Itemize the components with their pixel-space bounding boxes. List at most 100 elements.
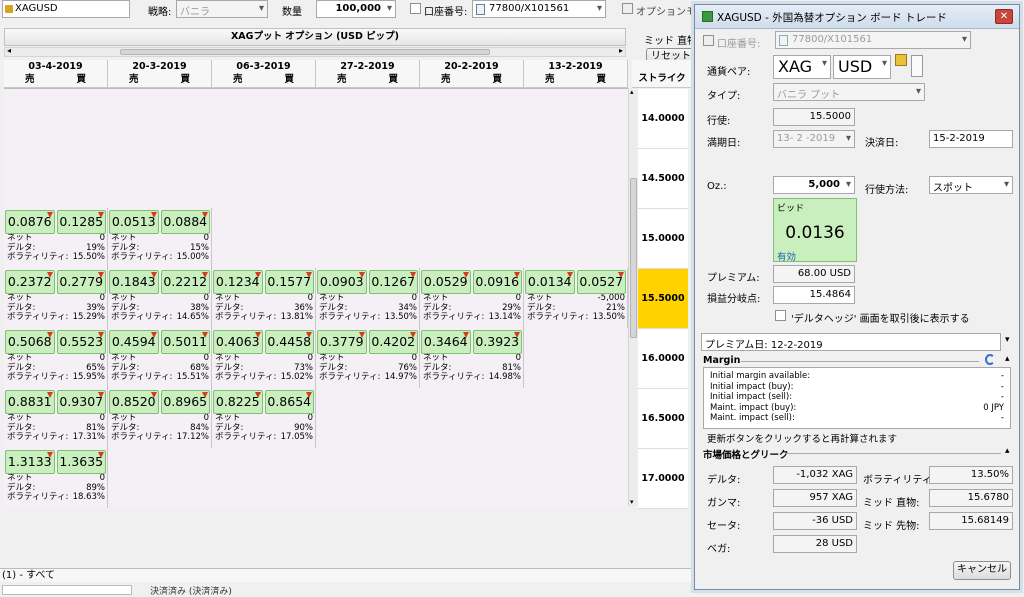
- close-icon[interactable]: ✕: [995, 9, 1013, 24]
- vscroll-thumb[interactable]: [630, 178, 637, 338]
- buy-price-button[interactable]: 0.1577: [264, 270, 314, 294]
- vol-label: ボラティリティ:: [7, 312, 69, 322]
- vol-value: 17.12%: [176, 432, 209, 442]
- settle-date-field[interactable]: 15-2-2019: [929, 130, 1013, 148]
- vol-label: ボラティリティ:: [7, 252, 69, 262]
- sell-price-button[interactable]: 0.3779: [317, 330, 367, 354]
- expiry-date: 06-3-2019: [236, 61, 291, 72]
- margin-row: Initial impact (buy): -: [704, 382, 1010, 393]
- method-select[interactable]: スポット: [929, 176, 1013, 194]
- filter-label: (1) - すべて: [2, 570, 56, 581]
- horizontal-scrollbar[interactable]: ◂ ▸: [4, 46, 626, 57]
- sell-price-button[interactable]: 0.0903: [317, 270, 367, 294]
- quote-currency-select[interactable]: USD: [833, 55, 891, 79]
- sell-price-button[interactable]: 0.8831: [5, 390, 55, 414]
- sell-price-button[interactable]: 0.0876: [5, 210, 55, 234]
- buy-price-button[interactable]: 0.4458: [264, 330, 314, 354]
- scroll-left-icon[interactable]: ◂: [7, 46, 11, 55]
- quantity-label: 数量: [282, 7, 302, 18]
- board-title-bar: XAGプット オプション (USD ピップ): [4, 28, 626, 46]
- account-checkbox[interactable]: [410, 3, 421, 14]
- sell-price-button[interactable]: 0.4063: [213, 330, 263, 354]
- buy-price-button[interactable]: 0.2779: [56, 270, 106, 294]
- cancel-button[interactable]: キャンセル: [953, 561, 1011, 580]
- option-cell: 0.3464 0.3923 ネット 0 デルタ: 81% ボラティリティ: 14.98%: [420, 328, 524, 388]
- vol-label: ボラティリティ:: [215, 312, 277, 322]
- dlg-account-select[interactable]: 77800/X101561: [775, 31, 971, 49]
- delta-field: -1,032 XAG: [773, 466, 857, 484]
- buy-price-button[interactable]: 0.0916: [472, 270, 522, 294]
- vol-label: ボラティリティ:: [111, 312, 173, 322]
- vol-label: ボラティリティ:: [319, 312, 381, 322]
- buy-price-button[interactable]: 1.3635: [56, 450, 106, 474]
- sell-price-button[interactable]: 0.3464: [421, 330, 471, 354]
- vertical-scrollbar[interactable]: ▴ ▾: [628, 88, 638, 506]
- strategy-select[interactable]: バニラ: [176, 0, 268, 18]
- vol-label: ボラティリティ:: [111, 432, 173, 442]
- scroll-up-icon[interactable]: ▴: [630, 88, 634, 96]
- option-cell: 0.4063 0.4458 ネット 0 デルタ: 73% ボラティリティ: 15.02%: [212, 328, 316, 388]
- quantity-field[interactable]: 100,000: [316, 0, 396, 18]
- buy-price-button[interactable]: 0.0884: [160, 210, 210, 234]
- margin-value: -: [1000, 392, 1004, 402]
- scroll-right-icon[interactable]: ▸: [619, 46, 623, 55]
- buy-price-button[interactable]: 0.9307: [56, 390, 106, 414]
- buy-price-button[interactable]: 0.1285: [56, 210, 106, 234]
- buy-price-button[interactable]: 0.5011: [160, 330, 210, 354]
- option-module-checkbox[interactable]: [622, 3, 633, 14]
- expiry-date-field[interactable]: 13- 2 -2019: [773, 130, 855, 148]
- expiry-header: 20-2-2019 売 買: [420, 60, 524, 88]
- sell-price-button[interactable]: 0.4594: [109, 330, 159, 354]
- scroll-thumb[interactable]: [120, 49, 490, 55]
- scroll-down-icon[interactable]: ▾: [630, 498, 634, 506]
- oz-amount-field[interactable]: 5,000: [773, 176, 855, 194]
- expiry-date: 27-2-2019: [340, 61, 395, 72]
- strike-cell: 16.5000: [638, 389, 688, 449]
- refresh-icon[interactable]: [985, 354, 995, 365]
- vol-label: ボラティリティ:: [319, 372, 381, 382]
- sell-price-button[interactable]: 0.0513: [109, 210, 159, 234]
- buy-price-button[interactable]: 0.8965: [160, 390, 210, 414]
- option-cell: 1.3133 1.3635 ネット 0 デルタ: 89% ボラティリティ: 18.63%: [4, 448, 108, 508]
- collapse-icon[interactable]: ▴: [1005, 354, 1010, 364]
- type-select[interactable]: バニラ プット: [773, 83, 925, 101]
- buy-price-button[interactable]: 0.4202: [368, 330, 418, 354]
- sell-price-button[interactable]: 0.0529: [421, 270, 471, 294]
- delta-hedge-checkbox[interactable]: [775, 310, 786, 321]
- dlg-account-checkbox[interactable]: [703, 35, 714, 46]
- vol-value: 15.02%: [280, 372, 313, 382]
- buy-price-button[interactable]: 0.2212: [160, 270, 210, 294]
- symbol-field[interactable]: XAGUSD: [2, 0, 130, 18]
- bid-status-link[interactable]: 有効: [777, 249, 796, 263]
- gamma-label: ガンマ:: [707, 498, 741, 509]
- sell-price-button[interactable]: 0.1843: [109, 270, 159, 294]
- sell-price-button[interactable]: 0.2372: [5, 270, 55, 294]
- sell-price-button[interactable]: 0.5068: [5, 330, 55, 354]
- oz-label: Oz.:: [707, 181, 727, 192]
- sell-price-button[interactable]: 0.1234: [213, 270, 263, 294]
- theta-field: -36 USD: [773, 512, 857, 530]
- sell-price-button[interactable]: 1.3133: [5, 450, 55, 474]
- buy-price-button[interactable]: 0.1267: [368, 270, 418, 294]
- base-currency-select[interactable]: XAG: [773, 55, 831, 79]
- sell-price-button[interactable]: 0.0134: [525, 270, 575, 294]
- vol-label: ボラティリティ:: [111, 252, 173, 262]
- buy-price-button[interactable]: 0.8654: [264, 390, 314, 414]
- collapse-greeks-icon[interactable]: ▴: [1005, 446, 1010, 456]
- account-select[interactable]: 77800/X101561: [472, 0, 606, 18]
- buy-price-button[interactable]: 0.3923: [472, 330, 522, 354]
- bid-panel[interactable]: ビッド 0.0136 有効: [773, 198, 857, 263]
- option-cell: 0.0513 0.0884 ネット 0 デルタ: 15% ボラティリティ: 15.00%: [108, 208, 212, 268]
- margin-row: Maint. impact (sell): -: [704, 413, 1010, 424]
- swap-icon[interactable]: [911, 55, 923, 77]
- sell-price-button[interactable]: 0.8520: [109, 390, 159, 414]
- premium-label: プレミアム:: [707, 273, 760, 284]
- expand-icon[interactable]: ▾: [1005, 335, 1010, 345]
- settled-label: 決済済み (決済済み): [150, 587, 232, 597]
- expiry-header: 03-4-2019 売 買: [4, 60, 108, 88]
- vol-field: 13.50%: [929, 466, 1013, 484]
- buy-price-button[interactable]: 0.5523: [56, 330, 106, 354]
- edit-pair-icon[interactable]: [895, 54, 907, 66]
- buy-price-button[interactable]: 0.0527: [576, 270, 626, 294]
- sell-price-button[interactable]: 0.8225: [213, 390, 263, 414]
